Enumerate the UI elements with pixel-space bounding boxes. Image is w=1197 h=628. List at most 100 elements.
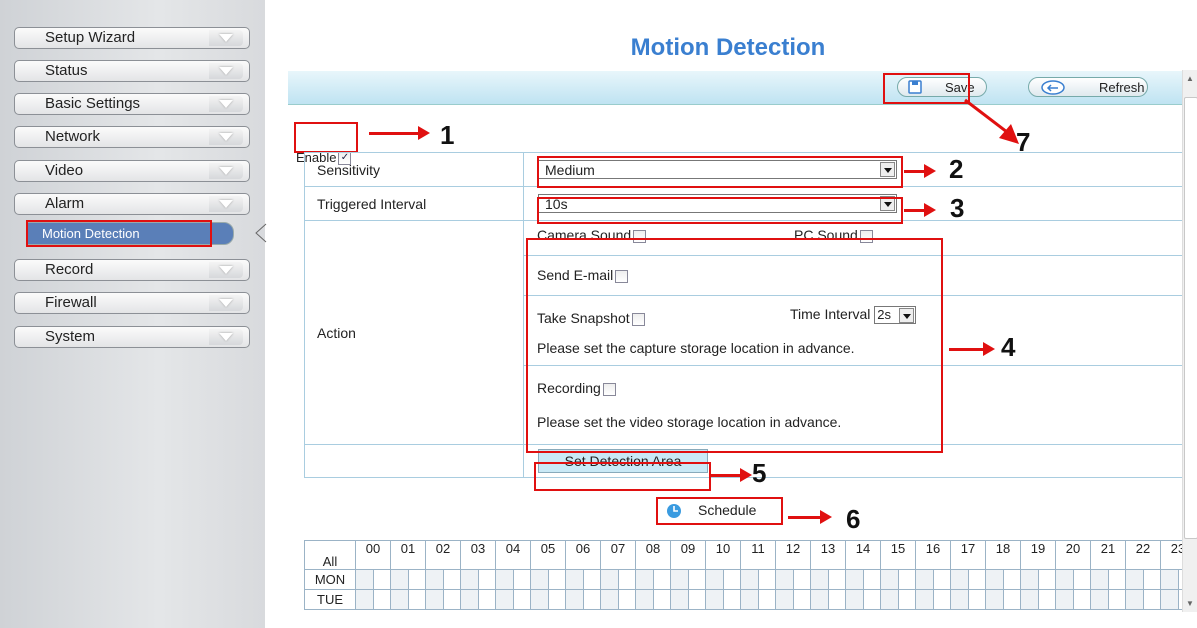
schedule-cell[interactable] xyxy=(985,589,1004,610)
schedule-cell[interactable] xyxy=(372,589,391,610)
schedule-hour-header[interactable]: 16 xyxy=(915,540,951,570)
schedule-cell[interactable] xyxy=(845,589,864,610)
sidebar-item-record[interactable]: Record xyxy=(14,259,250,281)
schedule-cell[interactable] xyxy=(1125,589,1144,610)
schedule-cell[interactable] xyxy=(897,589,916,610)
schedule-cell[interactable] xyxy=(600,589,619,610)
schedule-cell[interactable] xyxy=(722,569,741,590)
schedule-cell[interactable] xyxy=(1160,569,1179,590)
sidebar-item-network[interactable]: Network xyxy=(14,126,250,148)
sidebar-item-system[interactable]: System xyxy=(14,326,250,348)
schedule-cell[interactable] xyxy=(355,589,374,610)
schedule-cell[interactable] xyxy=(932,589,951,610)
schedule-cell[interactable] xyxy=(407,589,426,610)
schedule-day-label[interactable]: MON xyxy=(304,569,356,590)
schedule-cell[interactable] xyxy=(460,589,479,610)
schedule-cell[interactable] xyxy=(880,589,899,610)
schedule-cell[interactable] xyxy=(757,589,776,610)
schedule-hour-header[interactable]: 09 xyxy=(670,540,706,570)
schedule-cell[interactable] xyxy=(1055,569,1074,590)
schedule-cell[interactable] xyxy=(355,569,374,590)
schedule-cell[interactable] xyxy=(1055,589,1074,610)
schedule-cell[interactable] xyxy=(775,569,794,590)
schedule-cell[interactable] xyxy=(775,589,794,610)
schedule-cell[interactable] xyxy=(1072,589,1091,610)
schedule-cell[interactable] xyxy=(1107,569,1126,590)
schedule-cell[interactable] xyxy=(477,589,496,610)
schedule-cell[interactable] xyxy=(915,569,934,590)
schedule-cell[interactable] xyxy=(530,589,549,610)
schedule-cell[interactable] xyxy=(705,569,724,590)
schedule-cell[interactable] xyxy=(827,589,846,610)
schedule-hour-header[interactable]: 18 xyxy=(985,540,1021,570)
schedule-cell[interactable] xyxy=(652,589,671,610)
schedule-cell[interactable] xyxy=(985,569,1004,590)
schedule-cell[interactable] xyxy=(687,569,706,590)
scroll-down-icon[interactable]: ▼ xyxy=(1186,599,1194,608)
sidebar-item-alarm[interactable]: Alarm xyxy=(14,193,250,215)
schedule-hour-header[interactable]: 22 xyxy=(1125,540,1161,570)
refresh-button[interactable]: Refresh xyxy=(1028,77,1148,97)
schedule-cell[interactable] xyxy=(617,569,636,590)
schedule-cell[interactable] xyxy=(495,589,514,610)
schedule-cell[interactable] xyxy=(915,589,934,610)
schedule-cell[interactable] xyxy=(880,569,899,590)
schedule-cell[interactable] xyxy=(1160,589,1179,610)
schedule-cell[interactable] xyxy=(967,589,986,610)
schedule-cell[interactable] xyxy=(827,569,846,590)
schedule-cell[interactable] xyxy=(547,589,566,610)
schedule-hour-header[interactable]: 08 xyxy=(635,540,671,570)
schedule-hour-header[interactable]: 12 xyxy=(775,540,811,570)
schedule-cell[interactable] xyxy=(442,589,461,610)
schedule-cell[interactable] xyxy=(1107,589,1126,610)
schedule-cell[interactable] xyxy=(565,569,584,590)
schedule-cell[interactable] xyxy=(810,569,829,590)
schedule-cell[interactable] xyxy=(1090,589,1109,610)
sidebar-item-status[interactable]: Status xyxy=(14,60,250,82)
sidebar-item-setup-wizard[interactable]: Setup Wizard xyxy=(14,27,250,49)
schedule-hour-header[interactable]: 06 xyxy=(565,540,601,570)
schedule-cell[interactable] xyxy=(495,569,514,590)
schedule-cell[interactable] xyxy=(512,569,531,590)
schedule-cell[interactable] xyxy=(582,589,601,610)
schedule-hour-header[interactable]: 20 xyxy=(1055,540,1091,570)
schedule-cell[interactable] xyxy=(950,569,969,590)
schedule-cell[interactable] xyxy=(687,589,706,610)
schedule-cell[interactable] xyxy=(442,569,461,590)
schedule-cell[interactable] xyxy=(1142,589,1161,610)
schedule-cell[interactable] xyxy=(1090,569,1109,590)
schedule-cell[interactable] xyxy=(862,569,881,590)
schedule-cell[interactable] xyxy=(740,569,759,590)
schedule-cell[interactable] xyxy=(635,589,654,610)
schedule-cell[interactable] xyxy=(1072,569,1091,590)
schedule-cell[interactable] xyxy=(1020,589,1039,610)
schedule-day-label[interactable]: TUE xyxy=(304,589,356,610)
scrollbar-thumb[interactable] xyxy=(1184,97,1197,539)
schedule-cell[interactable] xyxy=(460,569,479,590)
schedule-cell[interactable] xyxy=(512,589,531,610)
schedule-hour-header[interactable]: 19 xyxy=(1020,540,1056,570)
sidebar-item-basic-settings[interactable]: Basic Settings xyxy=(14,93,250,115)
schedule-cell[interactable] xyxy=(1002,569,1021,590)
schedule-cell[interactable] xyxy=(722,589,741,610)
schedule-cell[interactable] xyxy=(810,589,829,610)
schedule-hour-header[interactable]: 05 xyxy=(530,540,566,570)
schedule-cell[interactable] xyxy=(792,589,811,610)
schedule-cell[interactable] xyxy=(740,589,759,610)
schedule-cell[interactable] xyxy=(705,589,724,610)
schedule-cell[interactable] xyxy=(372,569,391,590)
schedule-cell[interactable] xyxy=(862,589,881,610)
schedule-hour-header[interactable]: 07 xyxy=(600,540,636,570)
schedule-cell[interactable] xyxy=(897,569,916,590)
schedule-cell[interactable] xyxy=(950,589,969,610)
schedule-cell[interactable] xyxy=(1142,569,1161,590)
schedule-hour-header[interactable]: 01 xyxy=(390,540,426,570)
schedule-hour-header[interactable]: 04 xyxy=(495,540,531,570)
schedule-cell[interactable] xyxy=(792,569,811,590)
schedule-hour-header[interactable]: 03 xyxy=(460,540,496,570)
schedule-cell[interactable] xyxy=(565,589,584,610)
schedule-cell[interactable] xyxy=(407,569,426,590)
schedule-hour-header[interactable]: 11 xyxy=(740,540,776,570)
schedule-cell[interactable] xyxy=(652,569,671,590)
schedule-cell[interactable] xyxy=(670,569,689,590)
